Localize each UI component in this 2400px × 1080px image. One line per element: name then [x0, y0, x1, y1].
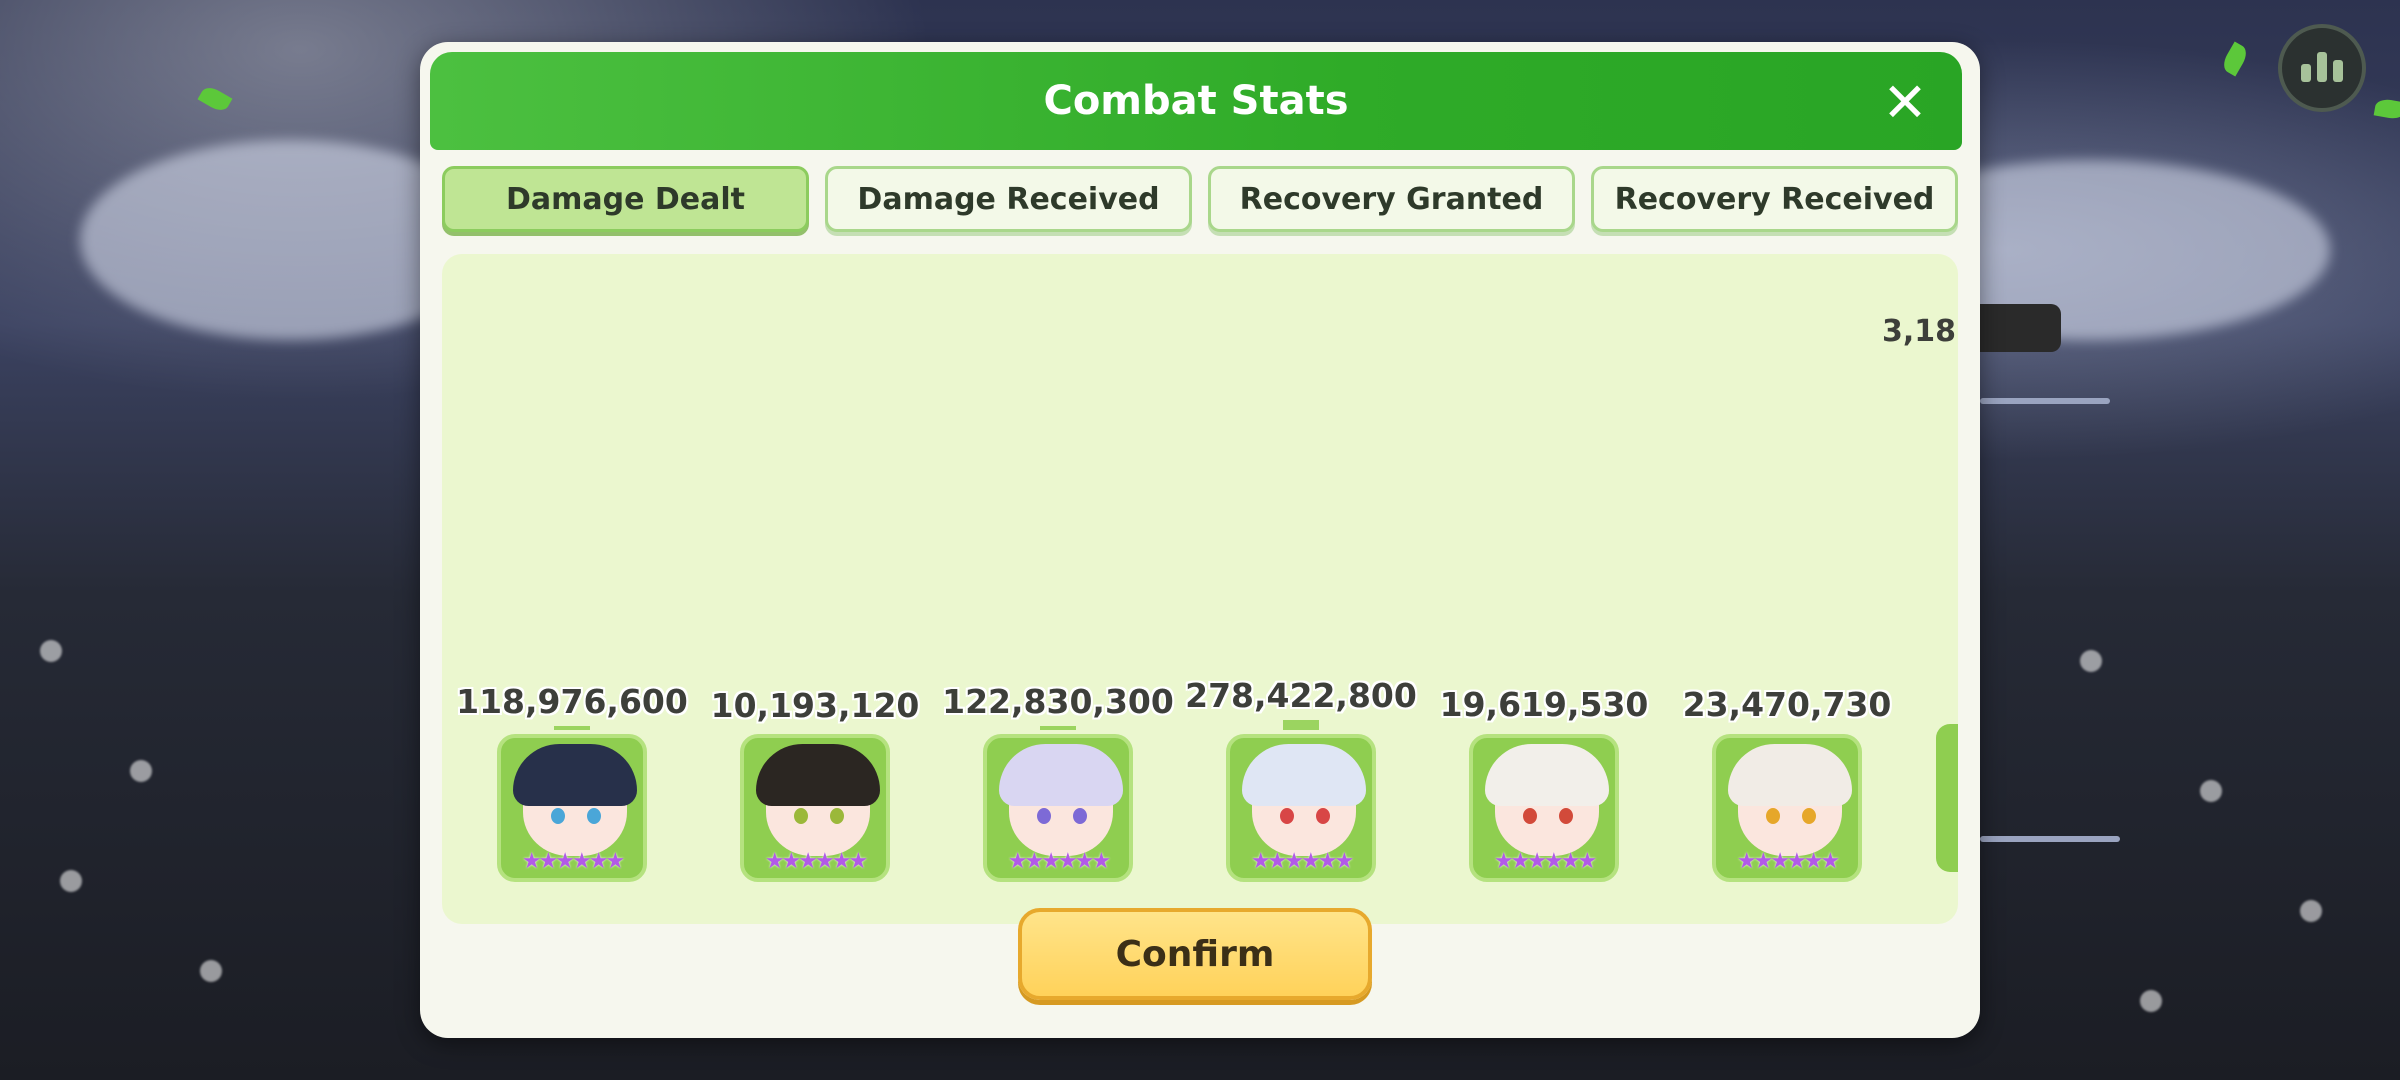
damage-value-label: 23,470,730: [1682, 685, 1892, 724]
character-portrait[interactable]: ★★★★★★: [740, 734, 890, 882]
character-stat-column: 278,422,800 ★★★★★★: [1181, 254, 1421, 924]
portrait-hair: [1728, 744, 1852, 806]
portrait-eye: [794, 808, 808, 824]
star-rating-icon: ★★★★★★: [1736, 849, 1840, 874]
combat-stats-dialog: Combat Stats ✕ Damage Dealt Damage Recei…: [420, 42, 1980, 1038]
bar-chart-icon: [2333, 60, 2343, 82]
cut-off-character-portrait: [1936, 724, 1958, 872]
stats-panel: 3,18 118,976,600 ★★★★★★ 10,193,120 ★★★★★★ 12…: [442, 254, 1958, 924]
damage-value-label: 118,976,600: [456, 682, 688, 721]
character-stat-column: 19,619,530 ★★★★★★: [1424, 254, 1664, 924]
character-stat-column: 23,470,730 ★★★★★★: [1667, 254, 1907, 924]
dialog-title: Combat Stats: [1043, 78, 1349, 124]
bar-chart-icon: [2301, 64, 2311, 82]
tab-recovery-received[interactable]: Recovery Received: [1591, 166, 1958, 232]
damage-bar: [1040, 726, 1076, 730]
portrait-hair: [756, 744, 880, 806]
portrait-eye: [551, 808, 565, 824]
character-portrait[interactable]: ★★★★★★: [1469, 734, 1619, 882]
star-rating-icon: ★★★★★★: [1493, 849, 1597, 874]
star-rating-icon: ★★★★★★: [521, 849, 625, 874]
confirm-button[interactable]: Confirm: [1018, 908, 1372, 1000]
portrait-eye: [1073, 808, 1087, 824]
close-icon: ✕: [1882, 71, 1928, 134]
background-flower: [2080, 650, 2102, 672]
portrait-eye: [1316, 808, 1330, 824]
character-stat-column: 122,830,300 ★★★★★★: [938, 254, 1178, 924]
tab-damage-dealt[interactable]: Damage Dealt: [442, 166, 809, 232]
star-rating-icon: ★★★★★★: [764, 849, 868, 874]
dialog-header: Combat Stats ✕: [430, 52, 1962, 150]
portrait-eye: [1523, 808, 1537, 824]
background-hp-bar: [1980, 836, 2120, 842]
background-hp-bar: [1980, 398, 2110, 404]
bar-chart-icon: [2317, 52, 2327, 82]
star-rating-icon: ★★★★★★: [1250, 849, 1354, 874]
portrait-eye: [1280, 808, 1294, 824]
damage-value-label: 19,619,530: [1439, 685, 1649, 724]
falling-leaf: [2219, 41, 2251, 77]
background-flower: [130, 760, 152, 782]
falling-leaf: [197, 83, 233, 115]
portrait-eye: [1037, 808, 1051, 824]
background-flower: [60, 870, 82, 892]
portrait-eye: [1766, 808, 1780, 824]
damage-value-label: 278,422,800: [1185, 676, 1417, 715]
portrait-hair: [999, 744, 1123, 806]
background-flower: [40, 640, 62, 662]
stats-chart-button[interactable]: [2278, 24, 2366, 112]
character-stat-column: 10,193,120 ★★★★★★: [695, 254, 935, 924]
tab-recovery-granted[interactable]: Recovery Granted: [1208, 166, 1575, 232]
character-portrait[interactable]: ★★★★★★: [1226, 734, 1376, 882]
portrait-hair: [1242, 744, 1366, 806]
damage-bar: [554, 726, 590, 730]
star-rating-icon: ★★★★★★: [1007, 849, 1111, 874]
tab-damage-received[interactable]: Damage Received: [825, 166, 1192, 232]
character-portrait[interactable]: ★★★★★★: [497, 734, 647, 882]
portrait-eye: [587, 808, 601, 824]
background-flower: [2200, 780, 2222, 802]
portrait-eye: [1802, 808, 1816, 824]
character-stat-column: 118,976,600 ★★★★★★: [452, 254, 692, 924]
damage-value-label: 10,193,120: [710, 686, 920, 725]
stat-tabs: Damage Dealt Damage Received Recovery Gr…: [442, 166, 1958, 236]
portrait-hair: [513, 744, 637, 806]
portrait-hair: [1485, 744, 1609, 806]
background-flower: [200, 960, 222, 982]
damage-value-label: 122,830,300: [942, 682, 1174, 721]
damage-bar: [1283, 720, 1319, 730]
character-portrait[interactable]: ★★★★★★: [983, 734, 1133, 882]
close-button[interactable]: ✕: [1880, 76, 1930, 130]
background-flower: [2140, 990, 2162, 1012]
background-flower: [2300, 900, 2322, 922]
portrait-eye: [830, 808, 844, 824]
character-portrait[interactable]: ★★★★★★: [1712, 734, 1862, 882]
portrait-eye: [1559, 808, 1573, 824]
falling-leaf: [2373, 97, 2400, 121]
